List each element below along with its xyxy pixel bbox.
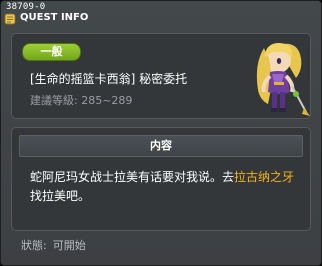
quest-summary-card: 一般 [生命的摇篮卡西翁] 秘密委托 建議等級: 285~289 — [11, 33, 311, 119]
description-text-end: 找拉美吧。 — [30, 189, 91, 203]
location-link[interactable]: 拉古纳之牙 — [234, 170, 294, 184]
quest-info-window: 38709-0 QUEST INFO 一般 [生命的摇篮卡西翁] 秘密委托 建議… — [0, 0, 322, 266]
quest-status: 狀態: 可開始 — [21, 237, 92, 253]
status-value: 可開始 — [52, 239, 86, 252]
title-bar[interactable]: QUEST INFO — [1, 11, 321, 31]
window-title: QUEST INFO — [20, 12, 89, 23]
quest-content-card: 内容 蛇阿尼玛女战士拉美有话要对我说。去拉古纳之牙找拉美吧。 — [11, 127, 311, 231]
quest-description: 蛇阿尼玛女战士拉美有话要对我说。去拉古纳之牙找拉美吧。 — [30, 168, 300, 206]
content-section-header: 内容 — [19, 135, 303, 157]
description-text: 蛇阿尼玛女战士拉美有话要对我说。去 — [30, 170, 235, 184]
npc-portrait — [256, 42, 310, 116]
status-label: 狀態: — [21, 239, 47, 252]
quest-scroll-icon — [4, 13, 16, 25]
quest-level-label: 建議等級: — [30, 94, 78, 107]
quest-type-badge: 一般 — [22, 43, 81, 61]
quest-level-range: 285~289 — [81, 94, 133, 107]
quest-level: 建議等級: 285~289 — [30, 92, 132, 108]
quest-name: [生命的摇篮卡西翁] 秘密委托 — [30, 72, 188, 86]
